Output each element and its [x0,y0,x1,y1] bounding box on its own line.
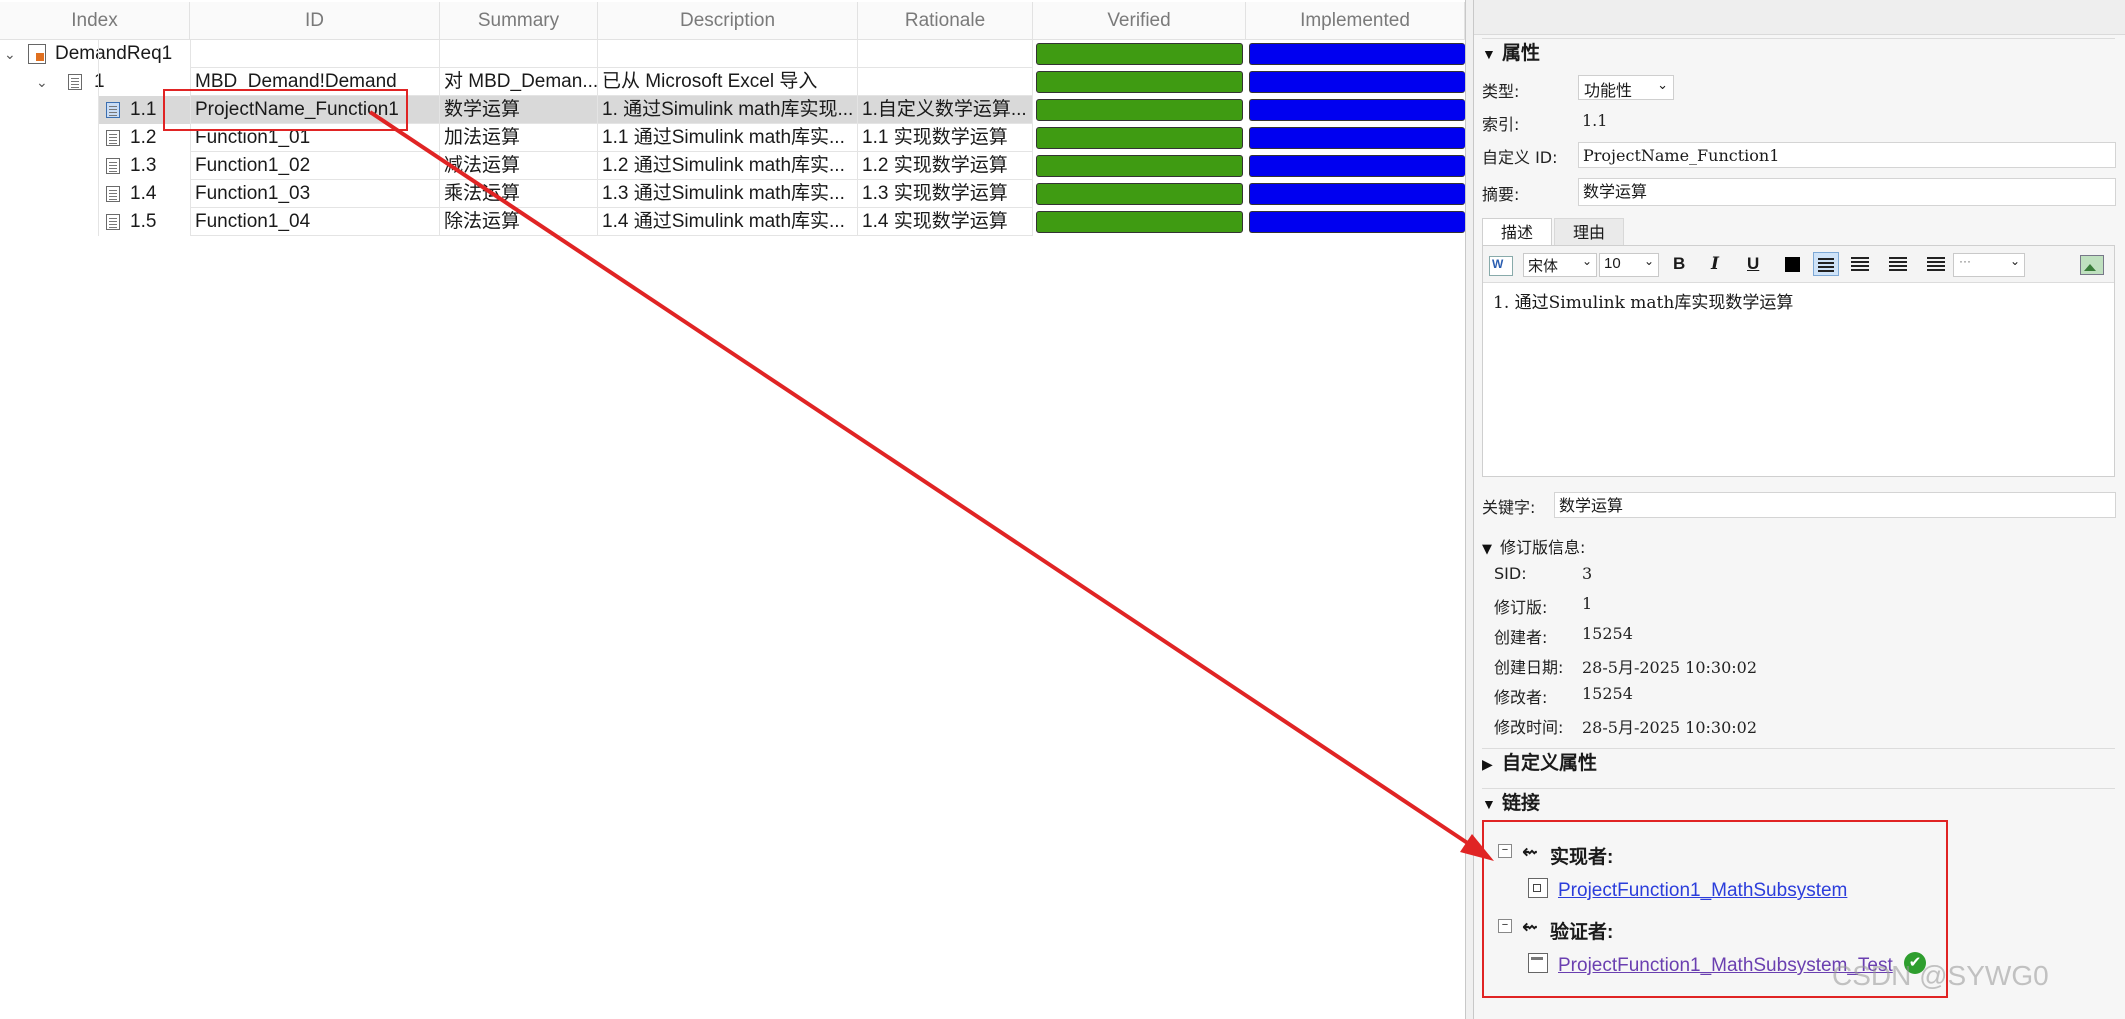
annotation-arrow [368,110,1494,861]
